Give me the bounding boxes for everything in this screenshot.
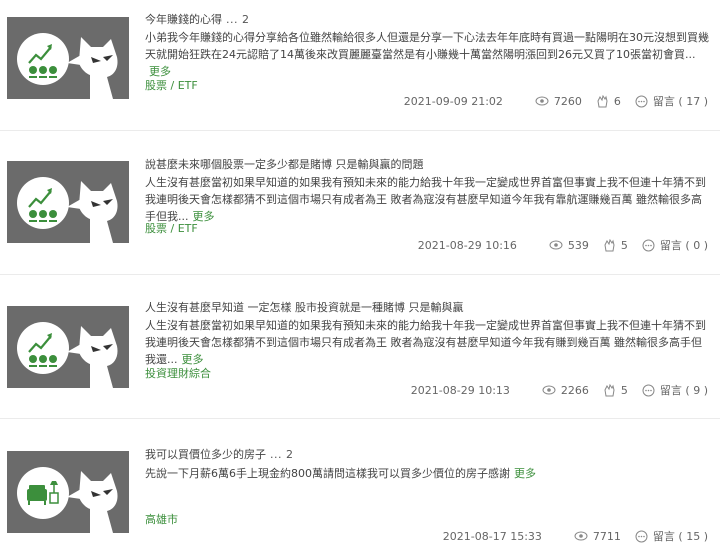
likes-stat[interactable]: 5 <box>603 383 628 397</box>
post-date: 2021-08-29 10:16 <box>417 238 517 252</box>
comments-stat[interactable]: 留言 ( 15 ) <box>635 528 708 544</box>
excerpt-text: 人生沒有甚麼當初如果早知道的如果我有預知未來的能力給我十年我一定變成世界首富但事… <box>145 176 706 223</box>
reply-count: ... 2 <box>226 13 250 26</box>
more-link[interactable]: 更多 <box>514 467 536 480</box>
post-excerpt: 先說一下月薪6萬6手上現金約800萬請問這樣我可以買多少價位的房子感謝 更多 <box>145 465 710 482</box>
post-title-text[interactable]: 人生沒有甚麼早知道 一定怎樣 股市投資就是一種賭博 只是輸與贏 <box>145 301 464 314</box>
post-thumbnail[interactable] <box>7 17 129 99</box>
post-date: 2021-08-29 10:13 <box>410 383 510 397</box>
views-stat: 2266 <box>542 384 589 397</box>
views-stat: 7260 <box>535 95 582 108</box>
post-excerpt: 人生沒有甚麼當初如果早知道的如果我有預知未來的能力給我十年我一定變成世界首富但事… <box>145 174 710 225</box>
post-item[interactable]: 今年賺錢的心得 ... 2 小弟我今年賺錢的心得分享給各位雖然輸給很多人但還是分享… <box>0 0 720 130</box>
reply-count: ... 2 <box>270 448 294 461</box>
likes-stat[interactable]: 5 <box>603 238 628 252</box>
eye-icon <box>542 385 556 395</box>
post-thumbnail[interactable] <box>7 451 129 533</box>
excerpt-text: 人生沒有甚麼當初如果早知道的如果我有預知未來的能力給我十年我一定變成世界首富但事… <box>145 319 706 366</box>
excerpt-text: 小弟我今年賺錢的心得分享給各位雖然輸給很多人但還是分享一下心法去年年底時有買過一… <box>145 31 709 61</box>
excerpt-text: 先說一下月薪6萬6手上現金約800萬請問這樣我可以買多少價位的房子感謝 <box>145 467 510 480</box>
post-thumbnail[interactable] <box>7 161 129 243</box>
comment-label: 留言 <box>652 95 675 108</box>
category-link[interactable]: 股票 / ETF <box>145 77 198 93</box>
post-title[interactable]: 我可以買價位多少的房子 ... 2 <box>145 446 294 462</box>
views-count: 7711 <box>592 529 621 543</box>
eye-icon <box>535 96 549 106</box>
post-meta: 2021-08-17 15:33 7711 留言 ( 15 ) <box>443 527 708 545</box>
comment-label: 留言 <box>652 530 675 543</box>
views-stat: 539 <box>549 239 589 252</box>
post-excerpt: 小弟我今年賺錢的心得分享給各位雖然輸給很多人但還是分享一下心法去年年底時有買過一… <box>145 29 710 80</box>
stock-chart-icon <box>7 161 129 243</box>
post-title[interactable]: 今年賺錢的心得 ... 2 <box>145 11 250 27</box>
house-furniture-icon <box>7 451 129 533</box>
post-title-text[interactable]: 說甚麼未來哪個股票一定多少都是賭博 只是輸與贏的問題 <box>145 158 424 171</box>
comments-count: ( 15 ) <box>678 529 708 543</box>
comment-label: 留言 <box>659 239 682 252</box>
likes-count: 5 <box>620 383 628 397</box>
clap-icon <box>604 238 615 251</box>
stock-chart-icon <box>7 306 129 388</box>
comment-label: 留言 <box>659 384 682 397</box>
likes-count: 5 <box>620 238 628 252</box>
comment-icon <box>635 95 648 107</box>
comment-icon <box>642 239 655 251</box>
comments-stat[interactable]: 留言 ( 17 ) <box>635 93 708 109</box>
category-link[interactable]: 高雄市 <box>145 511 178 527</box>
comments-count: ( 9 ) <box>685 383 708 397</box>
post-item[interactable]: 說甚麼未來哪個股票一定多少都是賭博 只是輸與贏的問題 人生沒有甚麼當初如果早知道… <box>0 131 720 274</box>
category-link[interactable]: 股票 / ETF <box>145 220 198 236</box>
comments-stat[interactable]: 留言 ( 0 ) <box>642 237 708 253</box>
post-meta: 2021-08-29 10:13 2266 5 留言 ( 9 ) <box>411 381 708 399</box>
post-title[interactable]: 說甚麼未來哪個股票一定多少都是賭博 只是輸與贏的問題 <box>145 156 428 172</box>
post-item[interactable]: 人生沒有甚麼早知道 一定怎樣 股市投資就是一種賭博 只是輸與贏 人生沒有甚麼當初… <box>0 275 720 418</box>
comments-count: ( 17 ) <box>678 94 708 108</box>
post-excerpt: 人生沒有甚麼當初如果早知道的如果我有預知未來的能力給我十年我一定變成世界首富但事… <box>145 317 710 368</box>
comments-count: ( 0 ) <box>685 238 708 252</box>
category-link[interactable]: 投資理財綜合 <box>145 365 211 381</box>
likes-count: 6 <box>613 94 621 108</box>
eye-icon <box>549 240 563 250</box>
post-title-text[interactable]: 今年賺錢的心得 <box>145 13 222 26</box>
clap-icon <box>604 383 615 396</box>
post-title-text[interactable]: 我可以買價位多少的房子 <box>145 448 266 461</box>
views-count: 539 <box>567 238 589 252</box>
comments-stat[interactable]: 留言 ( 9 ) <box>642 382 708 398</box>
comment-icon <box>635 530 648 542</box>
eye-icon <box>574 531 588 541</box>
post-meta: 2021-08-29 10:16 539 5 留言 ( 0 ) <box>418 236 708 254</box>
clap-icon <box>597 94 608 107</box>
post-date: 2021-08-17 15:33 <box>442 529 542 543</box>
stock-chart-icon <box>7 17 129 99</box>
views-count: 7260 <box>553 94 582 108</box>
post-thumbnail[interactable] <box>7 306 129 388</box>
views-count: 2266 <box>560 383 589 397</box>
post-title[interactable]: 人生沒有甚麼早知道 一定怎樣 股市投資就是一種賭博 只是輸與贏 <box>145 299 468 315</box>
likes-stat[interactable]: 6 <box>596 94 621 108</box>
views-stat: 7711 <box>574 530 621 543</box>
post-item[interactable]: 我可以買價位多少的房子 ... 2 先說一下月薪6萬6手上現金約800萬請問這樣我… <box>0 419 720 551</box>
comment-icon <box>642 384 655 396</box>
post-date: 2021-09-09 21:02 <box>403 94 503 108</box>
post-meta: 2021-09-09 21:02 7260 6 留言 ( 17 ) <box>404 92 708 110</box>
